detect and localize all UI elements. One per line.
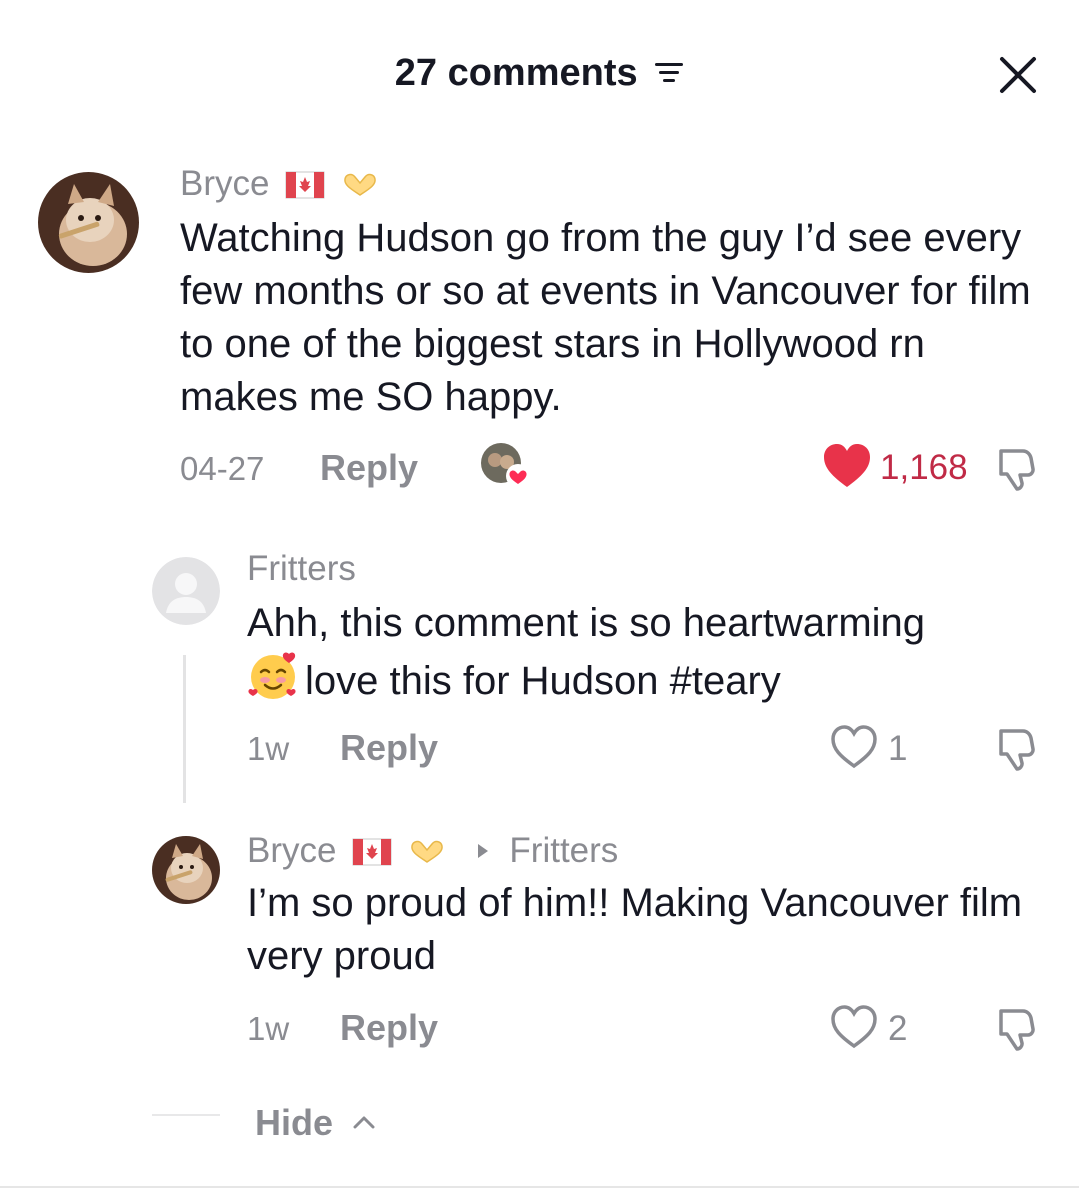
reply-arrow-triangle-icon [476,829,490,869]
comment-text-line1: Ahh, this comment is so heartwarming [247,601,926,645]
heart-hands-icon [341,168,379,208]
comments-header: 27 comments [0,40,1079,112]
reply-button[interactable]: Reply [320,447,418,489]
creator-liked-avatar-icon [480,442,532,490]
like-heart-outline-icon[interactable] [830,1004,878,1050]
bottom-divider [0,1186,1079,1188]
avatar-bryce[interactable] [152,836,220,904]
like-count: 2 [888,1009,908,1048]
comment-text: Watching Hudson go from the guy I’d see … [180,216,1031,419]
username-text: Bryce [180,164,270,203]
avatar-fritters-default[interactable] [152,557,220,625]
hide-label: Hide [255,1102,334,1143]
avatar-bryce[interactable] [38,172,139,273]
reply-button[interactable]: Reply [340,1007,438,1049]
like-count: 1 [888,729,908,768]
smiling-face-with-hearts-icon [247,650,299,716]
comment-username[interactable]: Bryce [180,164,379,208]
comment-text-line2: love this for Hudson #teary [247,650,1047,716]
thread-line [183,655,186,803]
like-heart-outline-icon[interactable] [830,724,878,770]
reply-to-username[interactable]: Fritters [509,831,618,870]
canada-flag-icon [352,835,392,875]
reply-button[interactable]: Reply [340,727,438,769]
heart-hands-icon [408,835,446,875]
comment-text-line2-body: love this for Hudson #teary [305,659,781,703]
dislike-icon[interactable] [993,725,1041,773]
canada-flag-icon [285,168,325,208]
comment-date: 1w [247,1010,290,1047]
hide-replies-button[interactable]: Hide [255,1096,375,1144]
hide-divider [152,1114,220,1116]
comment-username[interactable]: Fritters [247,549,356,589]
comments-count-title: 27 comments [394,52,638,94]
username-text: Bryce [247,831,337,870]
dislike-icon[interactable] [993,1005,1041,1053]
like-heart-filled-icon[interactable] [822,443,872,489]
like-count: 1,168 [880,448,968,487]
dislike-icon[interactable] [993,445,1041,493]
comments-title-wrap: 27 comments [0,52,1079,96]
filter-lines-icon[interactable] [654,53,684,96]
chevron-up-icon [353,1096,375,1138]
comment-date: 04-27 [180,450,265,487]
close-x-icon[interactable] [997,54,1039,96]
comment-username[interactable]: Bryce Fritters [247,829,618,875]
comment-date: 1w [247,730,290,767]
comment-text: I’m so proud of him!! Making Vancouver f… [247,881,1023,978]
